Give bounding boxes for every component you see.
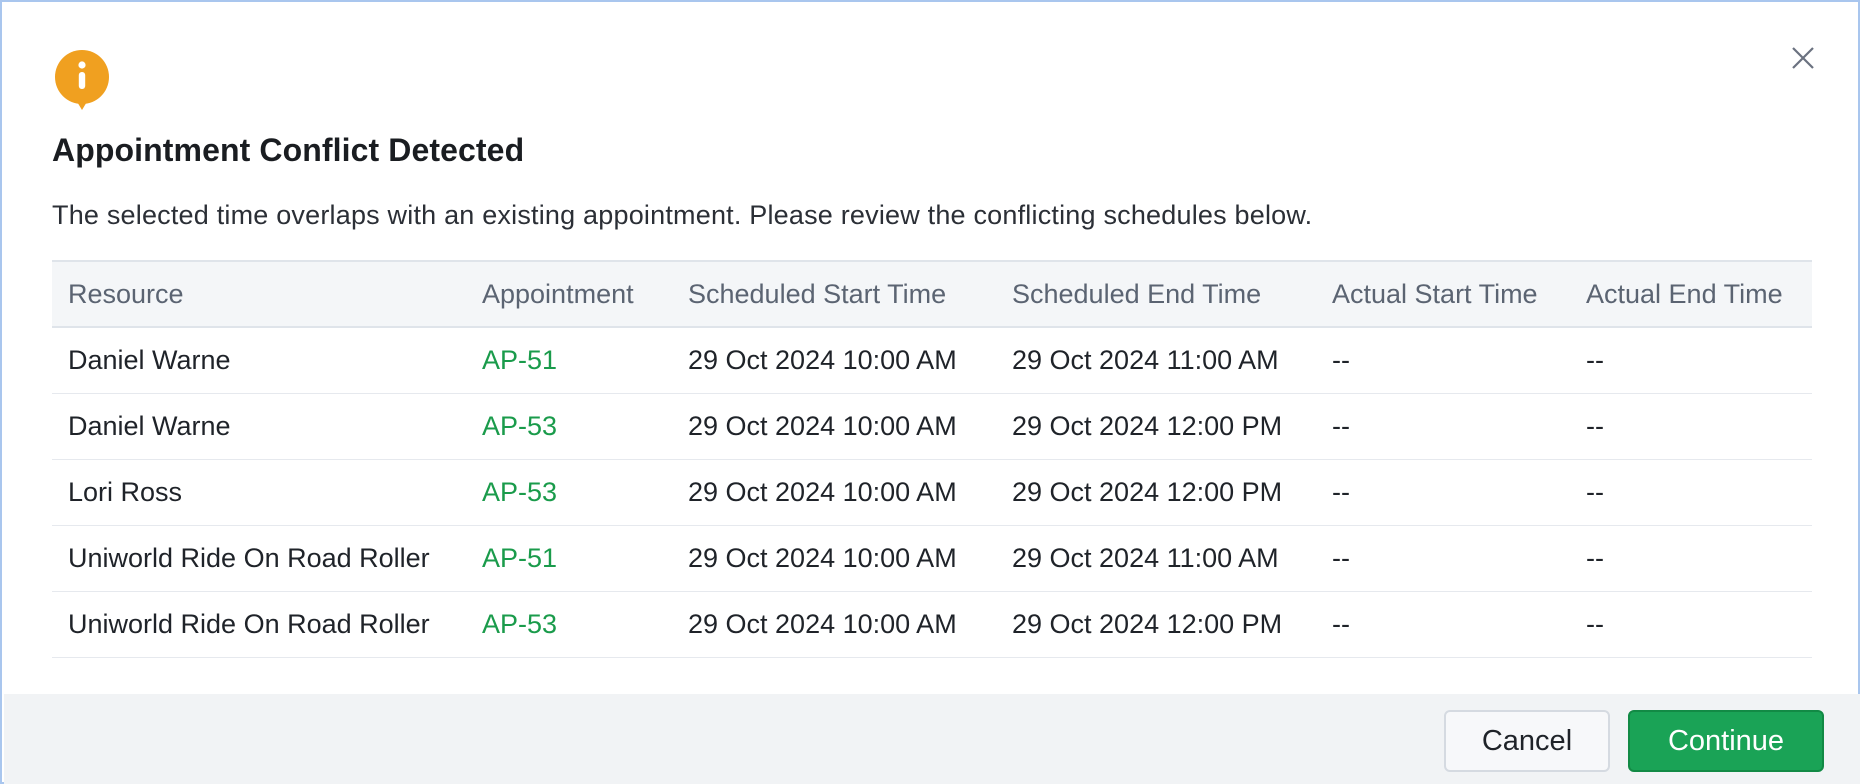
appointment-link[interactable]: AP-51 — [466, 327, 672, 394]
table-row: Lori Ross AP-53 29 Oct 2024 10:00 AM 29 … — [52, 459, 1812, 526]
cell-actual-end: -- — [1570, 459, 1812, 526]
cell-actual-start: -- — [1316, 327, 1570, 394]
dialog-title: Appointment Conflict Detected — [52, 132, 525, 168]
cell-resource: Daniel Warne — [52, 327, 466, 394]
appointment-link[interactable]: AP-53 — [466, 591, 672, 658]
column-header-actual-end: Actual End Time — [1586, 278, 1783, 309]
column-header-scheduled-start: Scheduled Start Time — [688, 278, 947, 309]
cell-scheduled-end: 29 Oct 2024 12:00 PM — [996, 393, 1316, 460]
dialog-message: The selected time overlaps with an exist… — [52, 200, 1313, 230]
cell-actual-start: -- — [1316, 459, 1570, 526]
conflict-table: Resource Appointment Scheduled Start Tim… — [52, 260, 1812, 658]
cell-scheduled-end: 29 Oct 2024 11:00 AM — [996, 327, 1316, 394]
column-header-resource: Resource — [68, 278, 184, 309]
appointment-link[interactable]: AP-53 — [466, 459, 672, 526]
cell-resource: Daniel Warne — [52, 393, 466, 460]
info-icon — [54, 50, 110, 112]
cell-actual-start: -- — [1316, 393, 1570, 460]
continue-button[interactable]: Continue — [1628, 710, 1824, 772]
cell-scheduled-end: 29 Oct 2024 12:00 PM — [996, 591, 1316, 658]
close-icon[interactable] — [1788, 43, 1818, 73]
table-header-row: Resource Appointment Scheduled Start Tim… — [52, 261, 1812, 327]
cell-actual-end: -- — [1570, 393, 1812, 460]
cell-scheduled-start: 29 Oct 2024 10:00 AM — [672, 327, 996, 394]
cell-resource: Uniworld Ride On Road Roller — [52, 591, 466, 658]
appointment-link[interactable]: AP-53 — [466, 393, 672, 460]
column-header-appointment: Appointment — [482, 278, 634, 309]
cancel-button[interactable]: Cancel — [1444, 710, 1610, 772]
appointment-link[interactable]: AP-51 — [466, 525, 672, 592]
cell-actual-start: -- — [1316, 591, 1570, 658]
cell-scheduled-end: 29 Oct 2024 12:00 PM — [996, 459, 1316, 526]
cell-resource: Uniworld Ride On Road Roller — [52, 525, 466, 592]
dialog-footer: Cancel Continue — [4, 694, 1860, 784]
column-header-actual-start: Actual Start Time — [1332, 278, 1538, 309]
cell-scheduled-end: 29 Oct 2024 11:00 AM — [996, 525, 1316, 592]
cell-scheduled-start: 29 Oct 2024 10:00 AM — [672, 393, 996, 460]
cell-scheduled-start: 29 Oct 2024 10:00 AM — [672, 591, 996, 658]
table-row: Daniel Warne AP-51 29 Oct 2024 10:00 AM … — [52, 327, 1812, 394]
cell-actual-end: -- — [1570, 525, 1812, 592]
cell-actual-end: -- — [1570, 327, 1812, 394]
table-row: Uniworld Ride On Road Roller AP-53 29 Oc… — [52, 591, 1812, 658]
table-row: Daniel Warne AP-53 29 Oct 2024 10:00 AM … — [52, 393, 1812, 460]
conflict-dialog: Appointment Conflict Detected The select… — [0, 0, 1860, 784]
cell-scheduled-start: 29 Oct 2024 10:00 AM — [672, 525, 996, 592]
cell-resource: Lori Ross — [52, 459, 466, 526]
cell-scheduled-start: 29 Oct 2024 10:00 AM — [672, 459, 996, 526]
column-header-scheduled-end: Scheduled End Time — [1012, 278, 1262, 309]
table-row: Uniworld Ride On Road Roller AP-51 29 Oc… — [52, 525, 1812, 592]
cell-actual-start: -- — [1316, 525, 1570, 592]
cell-actual-end: -- — [1570, 591, 1812, 658]
